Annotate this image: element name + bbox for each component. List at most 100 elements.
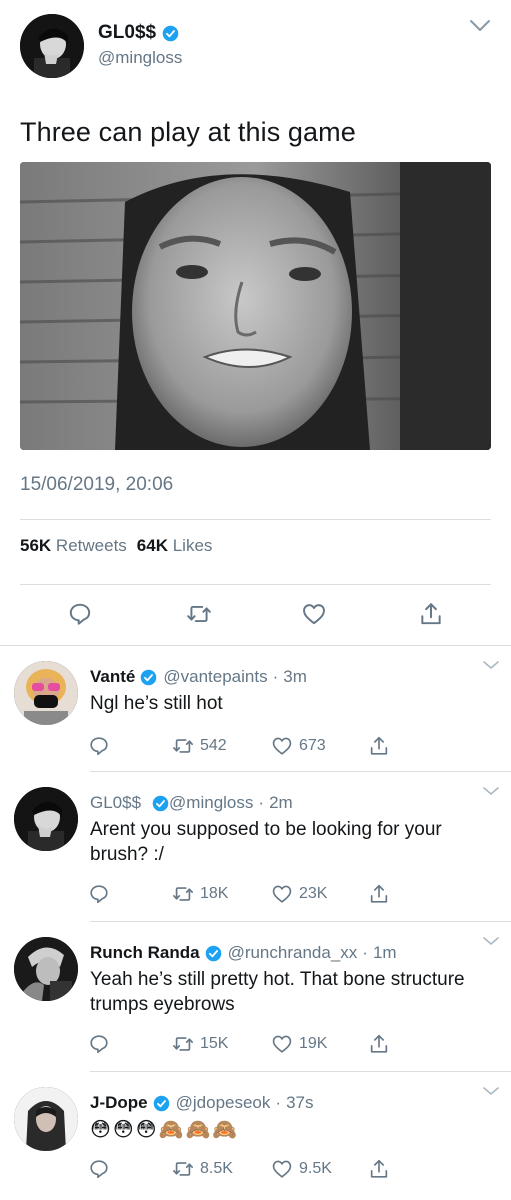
like-button[interactable]: 23K (271, 883, 327, 905)
reply-text: Arent you supposed to be looking for you… (90, 819, 442, 865)
separator-dot: · (272, 667, 279, 686)
retweet-count: 8.5K (200, 1160, 233, 1177)
retweet-count: 542 (200, 737, 227, 754)
heart-icon (272, 737, 292, 755)
share-icon[interactable] (368, 735, 390, 757)
avatar[interactable] (14, 1087, 78, 1151)
retweet-icon (173, 1162, 193, 1176)
reply-header: GL0$$ @mingloss · 2m (90, 793, 293, 813)
reply-time[interactable]: 3m (283, 667, 307, 687)
tweet-timestamp: 15/06/2019, 20:06 (20, 474, 174, 495)
see-no-evil-monkey-emoji: 🙈 (158, 1117, 184, 1141)
share-icon[interactable] (418, 601, 444, 627)
like-count: 23K (299, 885, 328, 902)
divider (20, 584, 491, 585)
like-button[interactable]: 673 (271, 735, 326, 757)
like-count: 673 (299, 737, 326, 754)
main-tweet: GL0$$ @mingloss Three can play at this g… (0, 0, 511, 646)
reply-author-name[interactable]: Runch Randa (90, 943, 200, 963)
reply-author-handle[interactable]: @mingloss (169, 793, 253, 813)
tweet-text: Three can play at this game (20, 117, 356, 147)
reply-author-handle[interactable]: @vantepaints (163, 667, 267, 687)
retweet-icon (173, 1037, 193, 1051)
divider (20, 519, 491, 520)
retweet-icon[interactable] (186, 601, 212, 627)
avatar[interactable] (20, 14, 84, 78)
retweet-button[interactable]: 15K (172, 1033, 228, 1055)
reply-time[interactable]: 2m (269, 793, 293, 813)
like-button[interactable]: 19K (271, 1033, 327, 1055)
retweets-label: Retweets (55, 536, 127, 555)
heart-icon (272, 1160, 292, 1178)
retweet-icon (173, 887, 193, 901)
share-icon[interactable] (368, 1033, 390, 1055)
tweet-stats: 56K Retweets 64K Likes (20, 536, 212, 556)
avatar[interactable] (14, 661, 78, 725)
chevron-down-icon[interactable] (482, 1084, 500, 1096)
reply-actions: 18K 23K (88, 883, 398, 909)
like-button[interactable]: 9.5K (271, 1158, 332, 1180)
reply-tweet[interactable]: Runch Randa @runchranda_xx · 1m Yeah he’… (0, 922, 511, 1072)
reply-actions: 15K 19K (88, 1033, 398, 1059)
flushed-face-emoji: 😳 (112, 1117, 134, 1141)
likes-count: 64K (136, 536, 168, 555)
reply-text: 😳 😳 😳 🙈 🙈 🙈 (90, 1117, 490, 1143)
chevron-down-icon[interactable] (482, 784, 500, 796)
reply-icon[interactable] (88, 1158, 110, 1180)
reply-time[interactable]: 37s (286, 1093, 313, 1113)
chevron-down-icon[interactable] (482, 658, 500, 670)
author-name[interactable]: GL0$$ (98, 22, 156, 44)
reply-author-name[interactable]: J-Dope (90, 1093, 148, 1113)
reply-tweet[interactable]: Vanté @vantepaints · 3m Ngl he’s still h… (0, 646, 511, 772)
reply-author-handle[interactable]: @jdopeseok (176, 1093, 271, 1113)
retweet-count: 18K (200, 885, 229, 902)
retweet-button[interactable]: 542 (172, 735, 227, 757)
separator-dot: · (275, 1093, 282, 1112)
reply-tweet[interactable]: J-Dope @jdopeseok · 37s 😳 😳 😳 🙈 🙈 🙈 8.5K 9.5K (0, 1072, 511, 1200)
reply-author-handle[interactable]: @runchranda_xx (228, 943, 358, 963)
heart-icon (272, 1035, 292, 1053)
retweets-stat[interactable]: 56K Retweets (20, 536, 127, 556)
reply-text: Ngl he’s still hot (90, 693, 223, 714)
author-handle[interactable]: @mingloss (98, 48, 182, 68)
chevron-down-icon[interactable] (468, 16, 492, 36)
chevron-down-icon[interactable] (482, 934, 500, 946)
retweet-icon (173, 739, 193, 753)
see-no-evil-monkey-emoji: 🙈 (212, 1117, 238, 1141)
reply-header: J-Dope @jdopeseok · 37s (90, 1093, 313, 1113)
likes-stat[interactable]: 64K Likes (137, 536, 213, 556)
avatar[interactable] (14, 787, 78, 851)
verified-badge-icon (162, 25, 179, 42)
tweet-photo[interactable] (20, 162, 491, 450)
reply-time[interactable]: 1m (373, 943, 397, 963)
reply-tweet[interactable]: GL0$$ @mingloss · 2m Arent you supposed … (0, 772, 511, 922)
like-count: 9.5K (299, 1160, 332, 1177)
verified-badge-icon (205, 945, 222, 962)
reply-actions: 8.5K 9.5K (88, 1158, 398, 1184)
retweet-button[interactable]: 8.5K (172, 1158, 233, 1180)
likes-label: Likes (172, 536, 213, 555)
flushed-face-emoji: 😳 (90, 1117, 111, 1141)
verified-badge-icon (140, 669, 157, 686)
share-icon[interactable] (368, 883, 390, 905)
reply-icon[interactable] (88, 1033, 110, 1055)
reply-author-name[interactable]: Vanté (90, 667, 135, 687)
reply-actions: 542 673 (88, 735, 398, 761)
share-icon[interactable] (368, 1158, 390, 1180)
verified-badge-icon (153, 1095, 170, 1112)
heart-icon (272, 885, 292, 903)
reply-header: Runch Randa @runchranda_xx · 1m (90, 943, 397, 963)
retweet-button[interactable]: 18K (172, 883, 228, 905)
reply-author-name[interactable]: GL0$$ (90, 793, 141, 813)
see-no-evil-monkey-emoji: 🙈 (185, 1117, 211, 1141)
reply-icon[interactable] (67, 601, 93, 627)
retweet-count: 15K (200, 1035, 229, 1052)
heart-icon[interactable] (301, 601, 327, 627)
author-name-row[interactable]: GL0$$ (98, 22, 179, 44)
reply-text: Yeah he’s still pretty hot. That bone st… (90, 969, 465, 1015)
separator-dot: · (362, 943, 368, 962)
reply-header: Vanté @vantepaints · 3m (90, 667, 307, 687)
avatar[interactable] (14, 937, 78, 1001)
reply-icon[interactable] (88, 883, 110, 905)
reply-icon[interactable] (88, 735, 110, 757)
